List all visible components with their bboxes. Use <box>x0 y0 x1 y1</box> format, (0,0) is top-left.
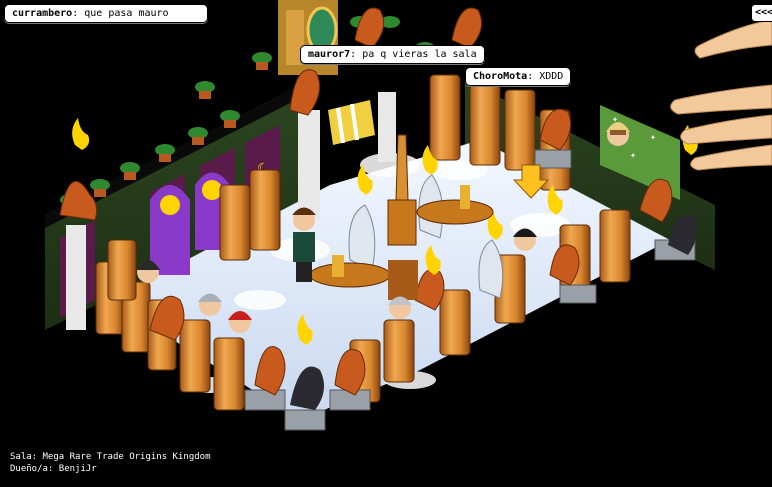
striped-awning <box>328 100 375 145</box>
room-name-label: Sala: <box>10 452 38 462</box>
chat-username: currambero <box>12 8 73 19</box>
room-owner-label: Dueño/a: <box>10 464 54 474</box>
chat-username: ChoroMota <box>473 71 528 82</box>
room-info: Sala: Mega Rare Trade Origins Kingdom Du… <box>10 451 211 475</box>
chat-message: pa q vieras la sala <box>362 49 477 60</box>
chat-message: que pasa mauro <box>84 8 169 19</box>
room-scene[interactable]: ☾ ☾ ☾ ☾ ✦ ✦ ✦ <box>0 0 772 487</box>
svg-text:✦: ✦ <box>650 132 656 143</box>
room-owner-line: Dueño/a: BenjiJr <box>10 463 211 475</box>
room-name-line: Sala: Mega Rare Trade Origins Kingdom <box>10 451 211 463</box>
chat-username: mauror7 <box>308 49 351 60</box>
chat-bubble[interactable]: currambero: que pasa mauro <box>4 4 208 23</box>
chat-bubble[interactable]: ChoroMota: XDDD <box>465 67 572 86</box>
svg-text:✦: ✦ <box>630 150 636 161</box>
chat-bubble[interactable]: mauror7: pa q vieras la sala <box>300 45 485 64</box>
room-owner: BenjiJr <box>58 464 97 474</box>
room-name: Mega Rare Trade Origins Kingdom <box>42 452 211 462</box>
chat-message: XDDD <box>539 71 564 82</box>
collapse-panel-button[interactable]: <<< <box>751 4 772 22</box>
